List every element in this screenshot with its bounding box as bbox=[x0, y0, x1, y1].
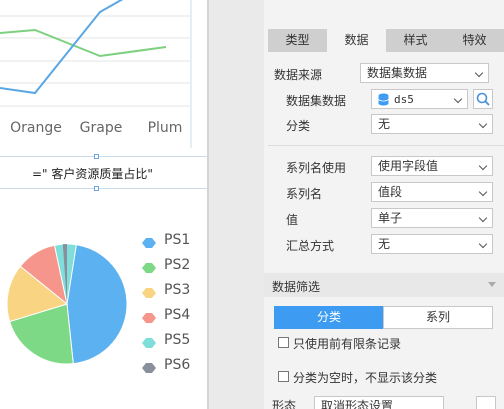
form-value: 取消形态设置 bbox=[321, 399, 394, 409]
pie-slice-ps1[interactable] bbox=[66, 243, 128, 365]
chevron-down-icon bbox=[474, 68, 484, 78]
chevron-down-icon bbox=[478, 119, 488, 129]
series-name-use-value: 使用字段值 bbox=[378, 159, 439, 173]
formula-text: =" 客户资源质量占比" bbox=[32, 167, 153, 181]
legend-marker-ps5 bbox=[142, 337, 156, 348]
category-value: 无 bbox=[378, 117, 391, 131]
series-name-use-label: 系列名使用 bbox=[286, 161, 347, 175]
section-divider bbox=[268, 145, 504, 146]
panel-gutter bbox=[209, 0, 332, 409]
series-name-use-select[interactable]: 使用字段值 bbox=[371, 156, 493, 176]
summary-value: 无 bbox=[378, 237, 391, 251]
category-select[interactable]: 无 bbox=[371, 114, 493, 134]
chevron-down-icon bbox=[478, 239, 488, 249]
only-first-records-label: 只使用前有限条记录 bbox=[293, 337, 402, 351]
dataset-select[interactable]: ds5 bbox=[371, 89, 468, 109]
legend-label-ps6: PS6 bbox=[164, 357, 191, 373]
legend-marker-ps2 bbox=[142, 262, 156, 273]
legend-label-ps3: PS3 bbox=[164, 282, 191, 298]
series-name-value: 值段 bbox=[378, 185, 403, 199]
tab-data[interactable]: 数据 bbox=[327, 29, 386, 52]
resize-handle-top[interactable] bbox=[94, 154, 99, 159]
chart-properties-panel: 类型 数据 样式 特效 数据来源 数据集数据 数据集数据 ds5 分类 无 系列… bbox=[264, 0, 504, 409]
dataset-label: 数据集数据 bbox=[286, 94, 347, 108]
x-tick-label-grape: Grape bbox=[80, 120, 123, 136]
legend-label-ps1: PS1 bbox=[164, 232, 191, 248]
legend-label-ps2: PS2 bbox=[164, 257, 191, 273]
tab-style[interactable]: 样式 bbox=[386, 29, 445, 52]
summary-select[interactable]: 无 bbox=[371, 234, 493, 254]
legend-marker-ps4 bbox=[142, 312, 156, 323]
data-source-value: 数据集数据 bbox=[367, 66, 428, 80]
data-source-select[interactable]: 数据集数据 bbox=[360, 63, 489, 83]
chevron-down-icon bbox=[478, 161, 488, 171]
series-name-select[interactable]: 值段 bbox=[371, 182, 493, 202]
data-filter-header[interactable]: 数据筛选 bbox=[264, 273, 504, 297]
legend-marker-ps3 bbox=[142, 287, 156, 298]
x-tick-label-orange: Orange bbox=[10, 120, 62, 136]
pie-chart[interactable] bbox=[0, 190, 207, 409]
category-label: 分类 bbox=[286, 119, 311, 133]
line-chart[interactable]: Orange Grape Plum bbox=[0, 0, 207, 156]
x-tick-label-plum: Plum bbox=[148, 120, 183, 136]
chevron-down-icon bbox=[478, 213, 488, 223]
property-tabs: 类型 数据 样式 特效 bbox=[268, 29, 504, 52]
legend-label-ps4: PS4 bbox=[164, 307, 191, 323]
tab-effects[interactable]: 特效 bbox=[445, 29, 504, 52]
data-source-label: 数据来源 bbox=[274, 68, 323, 82]
hide-empty-category-label: 分类为空时，不显示该分类 bbox=[293, 371, 438, 385]
filter-tab-category[interactable]: 分类 bbox=[274, 306, 384, 329]
collapse-caret-icon bbox=[488, 282, 496, 287]
search-icon bbox=[476, 92, 490, 106]
legend-label-ps5: PS5 bbox=[164, 332, 191, 348]
value-label: 值 bbox=[286, 213, 299, 227]
legend-marker-ps6 bbox=[142, 362, 156, 373]
search-button[interactable] bbox=[473, 89, 493, 109]
only-first-records-checkbox[interactable] bbox=[278, 337, 289, 348]
filter-tab-series[interactable]: 系列 bbox=[383, 306, 493, 329]
line-series-blue bbox=[0, 0, 124, 95]
form-dropdown-button[interactable] bbox=[476, 396, 496, 409]
series-name-label: 系列名 bbox=[286, 187, 323, 201]
legend-marker-ps1 bbox=[142, 237, 156, 248]
form-label: 形态 bbox=[272, 399, 297, 409]
value-select[interactable]: 单子 bbox=[371, 208, 493, 228]
form-select[interactable]: 取消形态设置 bbox=[314, 396, 444, 409]
chevron-down-icon bbox=[478, 187, 488, 197]
chevron-down-icon bbox=[453, 94, 463, 104]
dataset-value: ds5 bbox=[394, 93, 414, 106]
hide-empty-category-checkbox[interactable] bbox=[278, 371, 289, 382]
data-filter-title: 数据筛选 bbox=[272, 280, 321, 294]
value-value: 单子 bbox=[378, 211, 403, 225]
tab-type[interactable]: 类型 bbox=[268, 29, 327, 52]
summary-label: 汇总方式 bbox=[286, 239, 335, 253]
formula-cell[interactable]: =" 客户资源质量占比" bbox=[0, 154, 207, 191]
database-icon bbox=[378, 93, 389, 106]
report-canvas: Orange Grape Plum =" 客户资源质量占比" PS1 PS2 P… bbox=[0, 0, 208, 409]
